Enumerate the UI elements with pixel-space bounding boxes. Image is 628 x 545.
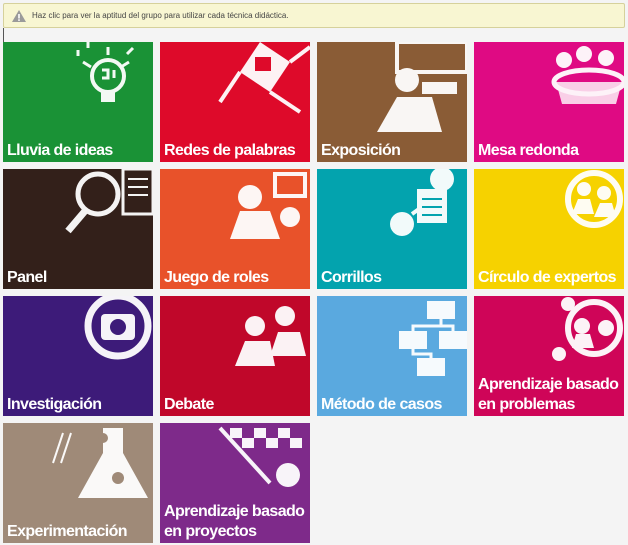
- tile-circulo-de-expertos[interactable]: Círculo de expertos: [474, 169, 624, 289]
- frame-edge: [3, 28, 4, 42]
- tile-aprendizaje-problemas[interactable]: Aprendizaje basado en problemas: [474, 296, 624, 416]
- round-table-icon: [551, 46, 624, 104]
- project-flag-icon: [218, 426, 302, 487]
- tile-redes-de-palabras[interactable]: Redes de palabras: [160, 42, 310, 162]
- warning-icon: [12, 9, 26, 22]
- tile-label: Aprendizaje basado en proyectos: [164, 503, 305, 540]
- tile-label: Investigación: [7, 396, 102, 413]
- role-play-icon: [230, 172, 307, 239]
- word-network-icon: [218, 42, 310, 114]
- tile-mesa-redonda[interactable]: Mesa redonda: [474, 42, 624, 162]
- tile-experimentacion[interactable]: Experimentación: [3, 423, 153, 543]
- tile-label: Juego de roles: [164, 269, 269, 286]
- tile-investigacion[interactable]: Investigación: [3, 296, 153, 416]
- case-diagram-icon: [399, 301, 467, 376]
- tile-label: Método de casos: [321, 396, 442, 413]
- tile-corrillos[interactable]: Corrillos: [317, 169, 467, 289]
- tile-label: Mesa redonda: [478, 142, 579, 159]
- tile-juego-de-roles[interactable]: Juego de roles: [160, 169, 310, 289]
- tile-label: Experimentación: [7, 523, 128, 540]
- presenter-icon: [377, 42, 467, 132]
- tile-label: Redes de palabras: [164, 142, 296, 159]
- tile-label: Aprendizaje basado en problemas: [478, 376, 619, 413]
- notice-text: Haz clic para ver la aptitud del grupo p…: [32, 11, 289, 20]
- flask-icon: [52, 428, 148, 498]
- info-notice: Haz clic para ver la aptitud del grupo p…: [3, 3, 625, 28]
- tile-label: Panel: [7, 269, 47, 286]
- tile-label: Lluvia de ideas: [7, 142, 113, 159]
- tile-exposicion[interactable]: Exposición: [317, 42, 467, 162]
- tile-aprendizaje-proyectos[interactable]: Aprendizaje basado en proyectos: [160, 423, 310, 543]
- debate-icon: [235, 306, 306, 366]
- tile-metodo-de-casos[interactable]: Método de casos: [317, 296, 467, 416]
- magnifier-document-icon: [65, 169, 153, 234]
- camera-icon: [84, 296, 152, 360]
- tile-panel[interactable]: Panel: [3, 169, 153, 289]
- tile-debate[interactable]: Debate: [160, 296, 310, 416]
- tile-label: Debate: [164, 396, 214, 413]
- expert-circle-icon: [565, 170, 623, 228]
- problem-network-icon: [552, 297, 623, 361]
- lightbulb-icon: [76, 42, 135, 102]
- tile-lluvia-de-ideas[interactable]: Lluvia de ideas: [3, 42, 153, 162]
- tile-label: Corrillos: [321, 269, 382, 286]
- tile-label: Círculo de expertos: [478, 269, 617, 286]
- tile-label: Exposición: [321, 142, 401, 159]
- small-groups-icon: [390, 169, 454, 236]
